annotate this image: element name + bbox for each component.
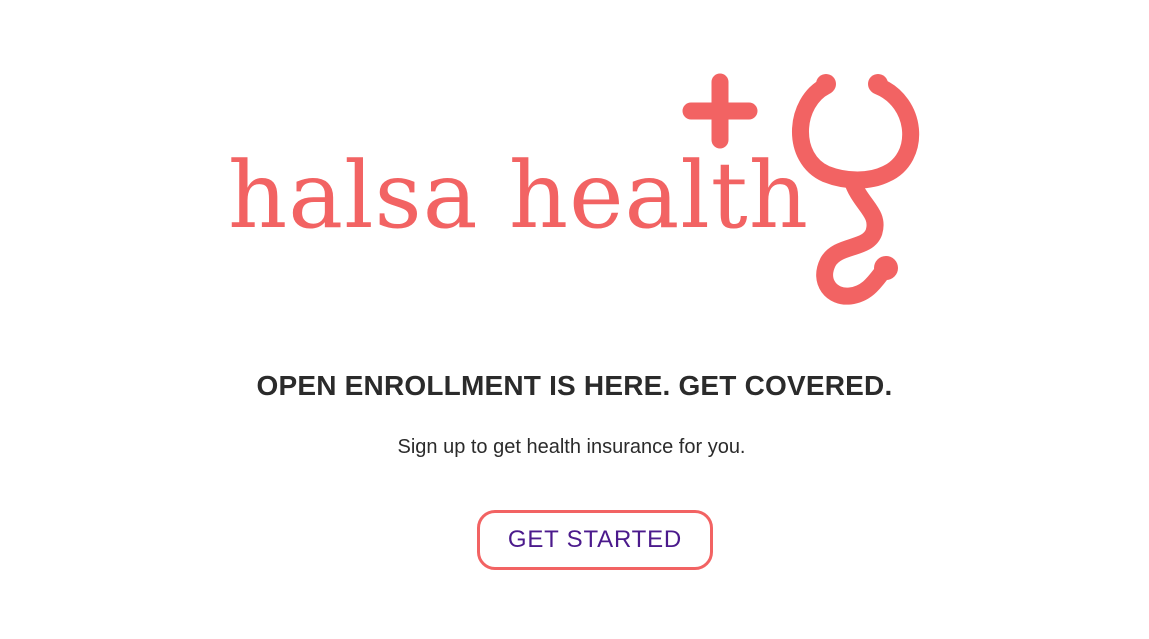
subheadline: Sign up to get health insurance for you. — [397, 436, 746, 458]
email-banner: halsa health OPEN ENROLLMENT IS HERE. GE… — [0, 0, 1149, 639]
get-started-label: GET STARTED — [507, 526, 683, 553]
plus-icon — [682, 73, 758, 149]
halsa-health-logo: halsa health — [0, 0, 1149, 330]
brand-name: halsa health — [228, 142, 810, 249]
logo-wordmark: halsa health — [228, 150, 809, 242]
stethoscope-icon — [792, 74, 919, 305]
headline: OPEN ENROLLMENT IS HERE. GET COVERED. — [256, 370, 893, 401]
get-started-button[interactable]: GET STARTED — [477, 510, 713, 570]
